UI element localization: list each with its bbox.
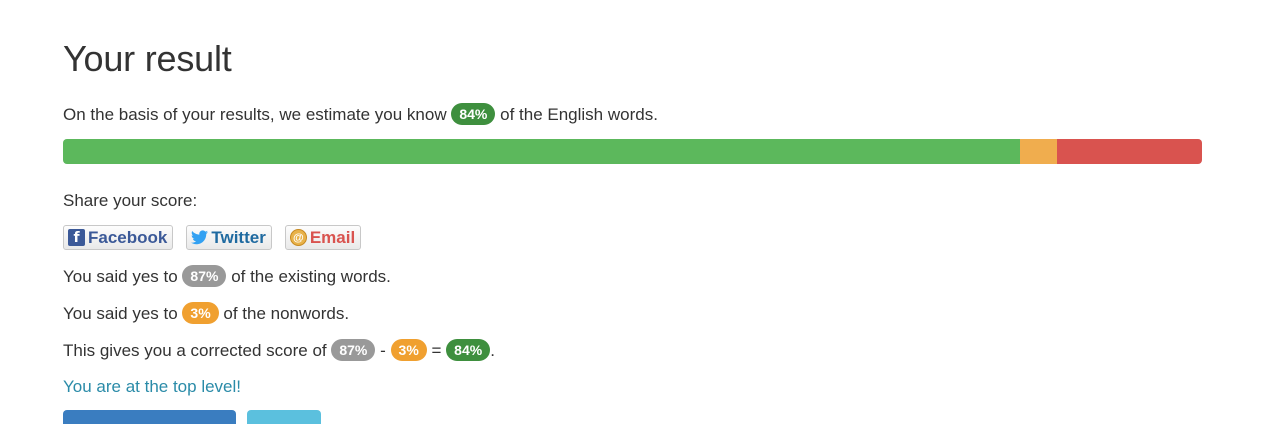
facebook-share-button[interactable]: f Facebook — [63, 225, 174, 250]
minus-sign: - — [380, 341, 386, 360]
secondary-action-button[interactable] — [247, 410, 321, 424]
estimate-suffix: of the English words. — [500, 105, 658, 124]
corrected-prefix: This gives you a corrected score of — [63, 341, 327, 360]
estimate-prefix: On the basis of your results, we estimat… — [63, 105, 447, 124]
progress-segment-known — [63, 139, 1020, 164]
existing-badge: 87% — [182, 265, 227, 287]
nonwords-suffix: of the nonwords. — [223, 304, 350, 323]
email-icon: @ — [289, 229, 307, 246]
facebook-icon: f — [68, 229, 85, 246]
email-label: Email — [309, 228, 356, 247]
progress-segment-partial — [1019, 139, 1058, 164]
page-title: Your result — [63, 38, 232, 79]
level-message: You are at the top level! — [63, 377, 242, 396]
nonwords-badge: 3% — [182, 302, 219, 324]
share-buttons: f Facebook Twitter @ Email — [63, 225, 362, 250]
estimate-line: On the basis of your results, we estimat… — [63, 103, 658, 127]
nonwords-prefix: You said yes to — [63, 304, 178, 323]
estimate-badge: 84% — [451, 103, 496, 125]
facebook-label: Facebook — [88, 228, 168, 247]
corrected-score-line: This gives you a corrected score of 87% … — [63, 339, 495, 363]
nonwords-line: You said yes to 3% of the nonwords. — [63, 302, 349, 326]
vocabulary-progress-bar — [63, 139, 1202, 164]
share-label: Share your score: — [63, 191, 198, 210]
email-share-button[interactable]: @ Email — [284, 225, 362, 250]
twitter-label: Twitter — [211, 228, 266, 247]
progress-segment-unknown — [1057, 139, 1202, 164]
primary-action-button[interactable] — [63, 410, 236, 424]
twitter-share-button[interactable]: Twitter — [186, 225, 272, 250]
existing-words-line: You said yes to 87% of the existing word… — [63, 265, 391, 289]
corrected-result-badge: 84% — [446, 339, 491, 361]
twitter-icon — [191, 229, 209, 246]
existing-suffix: of the existing words. — [231, 267, 391, 286]
equals-sign: = — [431, 341, 442, 360]
existing-prefix: You said yes to — [63, 267, 178, 286]
corrected-period: . — [490, 341, 495, 360]
corrected-existing-badge: 87% — [331, 339, 376, 361]
corrected-nonwords-badge: 3% — [390, 339, 427, 361]
